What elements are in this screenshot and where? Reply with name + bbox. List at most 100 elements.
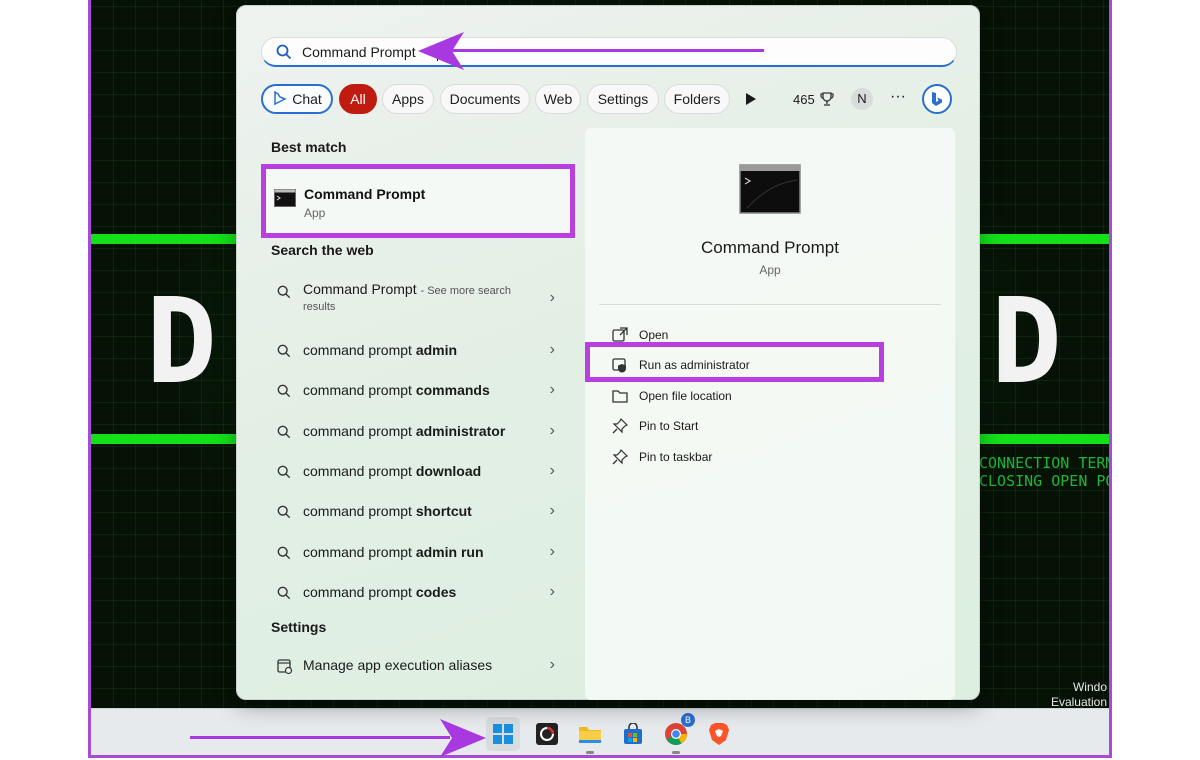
command-prompt-icon [274, 189, 296, 207]
web-suggestion-item[interactable]: command prompt download › [261, 456, 575, 490]
web-suggestion-prefix: command prompt [303, 382, 416, 398]
filter-chip-all[interactable]: All [339, 84, 377, 114]
web-suggestion-term: download [415, 463, 482, 479]
action-open-file-location[interactable]: Open file location [609, 383, 879, 411]
web-suggestion-term: commands [415, 382, 490, 398]
web-suggestion-item[interactable]: command prompt admin › [261, 335, 575, 369]
search-icon [277, 505, 291, 519]
settings-result-text: Manage app execution aliases [303, 657, 493, 673]
web-result-text: Command Prompt - See more search [303, 281, 511, 297]
web-suggestion-term: shortcut [415, 503, 472, 519]
chevron-right-icon: › [549, 462, 555, 479]
search-icon [277, 425, 291, 439]
taskbar-store[interactable] [616, 717, 650, 751]
command-prompt-large-icon [739, 164, 801, 214]
folder-open-icon [612, 390, 628, 403]
trophy-icon [820, 92, 834, 106]
best-match-type: App [304, 206, 326, 220]
wallpaper-letter-left: D [146, 272, 218, 410]
search-icon [277, 586, 291, 600]
filter-chip-documents[interactable]: Documents [440, 84, 530, 114]
web-result-see-more[interactable]: Command Prompt - See more search results… [261, 277, 575, 321]
running-indicator [672, 751, 680, 754]
pin-icon [612, 417, 629, 434]
web-suggestion-prefix: command prompt [303, 423, 416, 439]
web-suggestion-item[interactable]: command prompt commands › [261, 375, 575, 409]
folder-icon [579, 727, 601, 743]
best-match-item[interactable]: Command Prompt App [261, 164, 575, 238]
search-web-heading: Search the web [271, 242, 374, 258]
web-suggestion-prefix: command prompt [303, 503, 416, 519]
more-options-button[interactable]: ··· [890, 88, 906, 106]
filter-chip-chat[interactable]: Chat [261, 84, 333, 114]
chevron-right-icon: › [549, 422, 555, 439]
chevron-right-icon: › [549, 583, 555, 600]
account-avatar[interactable]: N [851, 88, 873, 110]
action-pin-taskbar-label: Pin to taskbar [639, 450, 713, 464]
filter-chip-apps[interactable]: Apps [382, 84, 434, 114]
windows-watermark: Windo Evaluation [1050, 680, 1107, 709]
web-suggestion-text: command prompt codes [303, 584, 456, 600]
recorder-icon [536, 723, 558, 745]
web-suggestion-item[interactable]: command prompt administrator › [261, 416, 575, 450]
web-suggestion-item[interactable]: command prompt shortcut › [261, 496, 575, 530]
store-bag-icon [624, 723, 642, 744]
search-icon [277, 384, 291, 398]
web-result-suffix: - See more search [420, 285, 511, 297]
filter-chip-web[interactable]: Web [535, 84, 581, 114]
web-suggestion-text: command prompt commands [303, 382, 490, 398]
search-box[interactable]: Command Prompt [261, 37, 957, 67]
web-suggestion-prefix: command prompt [303, 463, 416, 479]
taskbar-file-explorer[interactable] [573, 717, 607, 754]
action-pin-to-taskbar[interactable]: Pin to taskbar [609, 444, 879, 472]
preview-subtitle: App [759, 263, 781, 277]
settings-result-item[interactable]: Manage app execution aliases › [261, 650, 575, 684]
pin-icon [612, 448, 629, 465]
settings-heading: Settings [271, 619, 327, 635]
running-indicator [586, 751, 594, 754]
web-suggestion-item[interactable]: command prompt codes › [261, 577, 575, 611]
best-match-heading: Best match [271, 139, 347, 155]
web-suggestion-text: command prompt admin run [303, 544, 484, 560]
bing-chat-icon [274, 91, 288, 106]
taskbar-brave[interactable] [702, 717, 736, 751]
rewards-points[interactable]: 465 [793, 91, 835, 107]
web-result-query: Command Prompt [303, 281, 417, 297]
chevron-right-icon: › [549, 656, 555, 673]
windows-logo-icon [493, 724, 513, 744]
action-open-location-label: Open file location [639, 389, 732, 403]
web-suggestion-prefix: command prompt [303, 342, 416, 358]
best-match-title: Command Prompt [304, 186, 426, 202]
web-suggestion-text: command prompt shortcut [303, 503, 472, 519]
search-input[interactable]: Command Prompt [302, 44, 416, 60]
web-suggestion-text: command prompt download [303, 463, 481, 479]
wallpaper-terminal-text: CONNECTION TERMI CLOSING OPEN POR [979, 454, 1112, 490]
run-as-admin-highlight [585, 342, 884, 382]
chevron-right-icon: › [549, 502, 555, 519]
web-suggestion-term: admin run [415, 544, 484, 560]
filter-chip-folders[interactable]: Folders [664, 84, 730, 114]
filter-chip-settings[interactable]: Settings [587, 84, 659, 114]
search-icon [277, 465, 291, 479]
web-suggestion-item[interactable]: command prompt admin run › [261, 537, 575, 571]
web-suggestion-term: admin [415, 342, 458, 358]
chevron-right-icon: › [549, 543, 555, 560]
action-pin-start-label: Pin to Start [639, 419, 699, 433]
web-result-suffix-line2: results [303, 301, 336, 313]
preview-divider [599, 304, 941, 305]
taskbar-chrome[interactable]: B [659, 713, 695, 754]
start-search-panel: Command Prompt Chat All Apps Documents W… [236, 5, 980, 700]
chevron-right-icon: › [549, 341, 555, 358]
search-icon [277, 285, 291, 299]
taskbar: B [91, 708, 1109, 755]
web-suggestion-term: codes [415, 584, 457, 600]
web-suggestion-term: administrator [415, 423, 506, 439]
bing-button[interactable] [922, 84, 952, 114]
action-pin-to-start[interactable]: Pin to Start [609, 413, 879, 441]
taskbar-app-obs[interactable] [530, 717, 564, 751]
more-filters-play-icon[interactable] [745, 92, 757, 106]
search-icon [277, 546, 291, 560]
start-button[interactable] [486, 717, 520, 751]
bing-logo-icon [932, 92, 942, 106]
preview-pane: Command Prompt App Open Run as administr… [585, 128, 955, 700]
